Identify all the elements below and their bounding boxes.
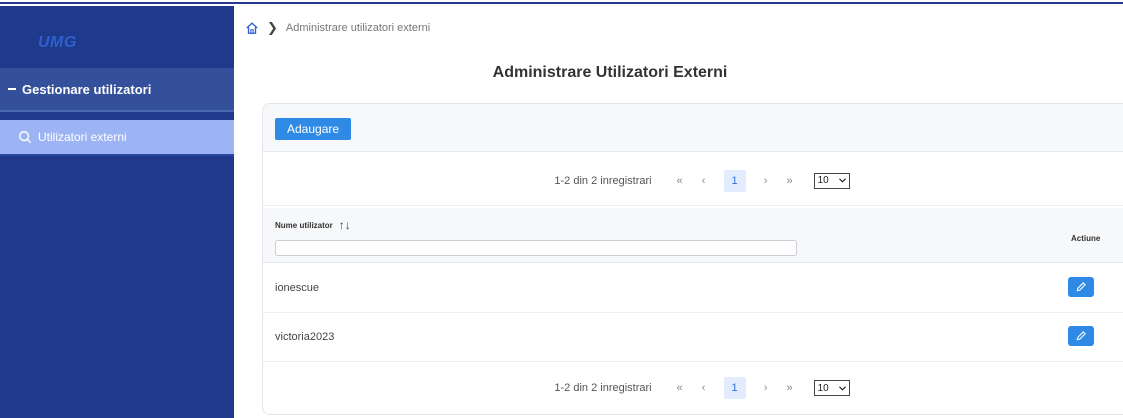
paginator-top: 1-2 din 2 inregistrari « ‹ 1 › » 10 <box>263 156 1123 206</box>
prev-page-button[interactable]: ‹ <box>694 382 714 394</box>
pencil-icon <box>1076 331 1086 341</box>
prev-page-button[interactable]: ‹ <box>694 175 714 187</box>
next-page-button[interactable]: › <box>756 382 776 394</box>
page-title: Administrare Utilizatori Externi <box>492 64 728 81</box>
search-icon <box>19 131 32 144</box>
page-size-value: 10 <box>817 175 829 186</box>
page-size-value: 10 <box>817 382 829 394</box>
toolbar: Adaugare <box>263 104 1123 152</box>
menu-divider <box>0 154 234 156</box>
paginator-bottom: 1-2 din 2 inregistrari « ‹ 1 › » 10 <box>263 363 1123 413</box>
paginator-info: 1-2 din 2 inregistrari <box>554 174 652 187</box>
first-page-button[interactable]: « <box>670 382 690 394</box>
column-header-label: Nume utilizator <box>275 220 333 230</box>
top-border <box>0 0 1123 4</box>
table-row: victoria2023 <box>263 313 1123 362</box>
username-cell: ionescue <box>275 282 320 294</box>
chevron-right-icon: ❯ <box>267 20 278 35</box>
sidebar-group-users[interactable]: Gestionare utilizatori <box>0 68 234 112</box>
page-number-button[interactable]: 1 <box>723 377 746 399</box>
breadcrumb: ❯ Administrare utilizatori externi <box>245 20 430 36</box>
paginator-info: 1-2 din 2 inregistrari <box>554 382 652 394</box>
page-size-select[interactable]: 10 <box>813 380 850 396</box>
column-header-actions: Actiune <box>1071 234 1101 243</box>
sidebar: UMG Gestionare utilizatori Utilizatori e… <box>0 6 234 418</box>
column-header-username[interactable]: Nume utilizator ↑↓ <box>275 218 351 232</box>
page-number-button[interactable]: 1 <box>723 169 746 192</box>
page-size-select[interactable]: 10 <box>813 172 850 189</box>
pencil-icon <box>1076 282 1086 292</box>
sort-icon[interactable]: ↑↓ <box>339 218 351 232</box>
last-page-button[interactable]: » <box>780 175 800 187</box>
last-page-button[interactable]: » <box>780 382 800 394</box>
first-page-button[interactable]: « <box>670 175 690 187</box>
chevron-down-icon <box>838 385 846 391</box>
sidebar-group-label: Gestionare utilizatori <box>22 81 152 97</box>
username-cell: victoria2023 <box>275 331 335 343</box>
collapse-icon <box>8 88 16 90</box>
edit-button[interactable] <box>1068 326 1094 346</box>
sidebar-item-external-users[interactable]: Utilizatori externi <box>0 120 234 154</box>
add-button[interactable]: Adaugare <box>275 118 352 140</box>
edit-button[interactable] <box>1068 277 1094 297</box>
breadcrumb-current: Administrare utilizatori externi <box>285 22 431 34</box>
sidebar-item-label: Utilizatori externi <box>38 130 127 144</box>
next-page-button[interactable]: › <box>756 175 776 187</box>
table-header: Nume utilizator ↑↓ Actiune <box>263 208 1123 263</box>
home-icon[interactable] <box>245 21 259 35</box>
users-table-card: Adaugare 1-2 din 2 inregistrari « ‹ 1 › … <box>262 103 1123 415</box>
table-row: ionescue <box>263 264 1123 313</box>
app-logo: UMG <box>38 34 77 51</box>
chevron-down-icon <box>838 178 846 183</box>
username-filter-input[interactable] <box>275 240 797 256</box>
